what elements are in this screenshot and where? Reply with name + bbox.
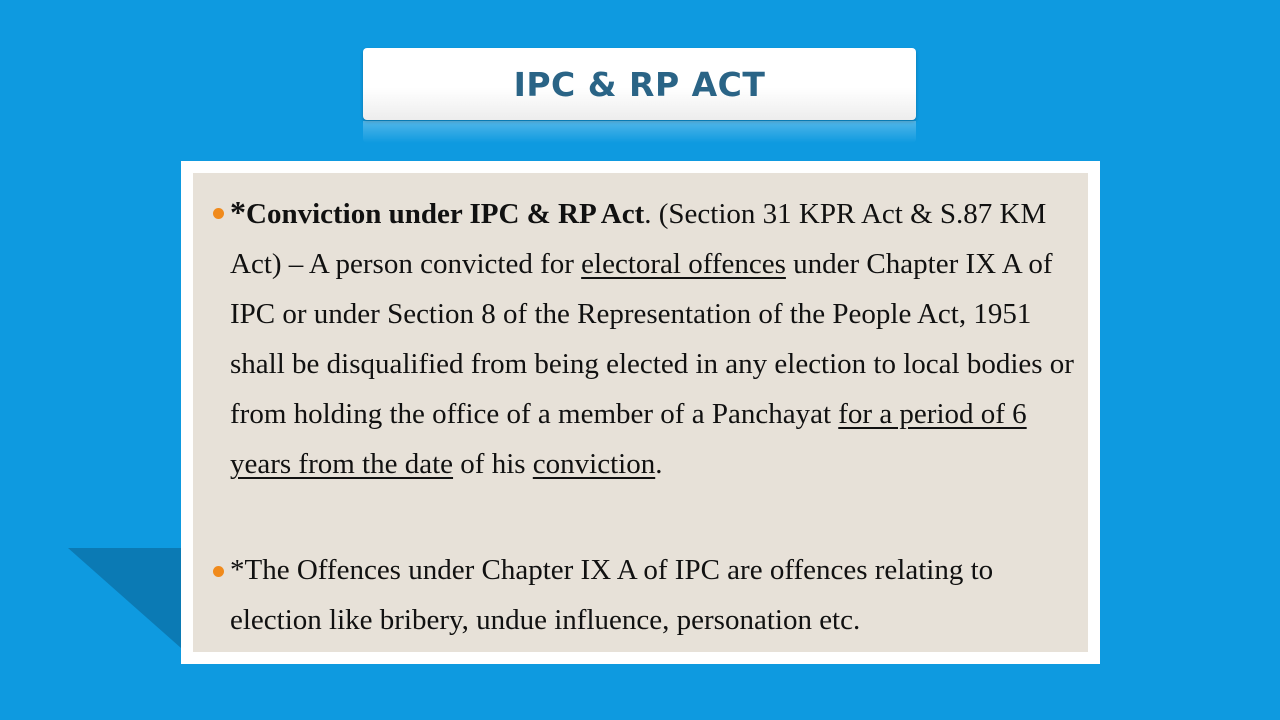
- title-box: IPC & RP ACT: [363, 48, 916, 120]
- content-panel: *Conviction under IPC & RP Act. (Section…: [193, 173, 1088, 652]
- underlined-term-conviction: conviction: [532, 448, 656, 480]
- bullet-text-segment: of his: [453, 448, 533, 480]
- bullet-text-segment: .: [655, 448, 663, 480]
- slide-title: IPC & RP ACT: [513, 64, 766, 104]
- content-frame: *Conviction under IPC & RP Act. (Section…: [181, 161, 1100, 664]
- bullet-dot-icon: [213, 566, 224, 577]
- bullet-text: *The Offences under Chapter IX A of IPC …: [230, 554, 994, 636]
- bullet-dot-icon: [213, 208, 224, 219]
- bullet-heading: Conviction under IPC & RP Act: [246, 198, 645, 230]
- bullet-text: *Conviction under IPC & RP Act. (Section…: [230, 187, 1080, 489]
- underlined-term-electoral-offences: electoral offences: [581, 248, 786, 280]
- title-reflection: [363, 121, 916, 143]
- asterisk-mark: *: [230, 194, 246, 230]
